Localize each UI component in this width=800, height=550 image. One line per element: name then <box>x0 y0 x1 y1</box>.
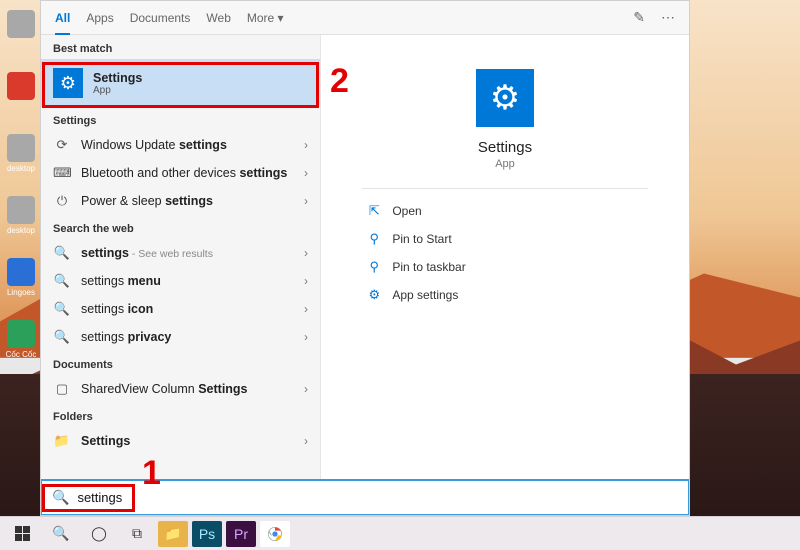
taskbar-app-chrome[interactable] <box>260 521 290 547</box>
search-bar[interactable]: 🔍 <box>42 480 688 514</box>
refresh-icon: ⟳ <box>53 137 71 153</box>
desktop-icon[interactable] <box>4 10 38 58</box>
best-match-sub: App <box>93 85 142 96</box>
action-app-settings[interactable]: ⚙App settings <box>362 281 647 309</box>
chevron-right-icon: › <box>304 274 308 288</box>
action-pin-taskbar[interactable]: ⚲Pin to taskbar <box>362 253 647 281</box>
folder-result[interactable]: 📁Settings› <box>41 427 320 455</box>
search-icon: 🔍 <box>53 245 71 261</box>
chevron-right-icon: › <box>304 246 308 260</box>
feedback-icon[interactable]: ✎ <box>633 9 645 26</box>
section-folders: Folders <box>41 403 320 427</box>
divider <box>362 188 647 189</box>
chevron-right-icon: › <box>304 194 308 208</box>
chevron-right-icon: › <box>304 138 308 152</box>
search-input[interactable] <box>77 490 678 505</box>
chevron-right-icon: › <box>304 166 308 180</box>
web-result[interactable]: 🔍settings menu› <box>41 267 320 295</box>
taskbar-app-premiere[interactable]: Pr <box>226 521 256 547</box>
gear-icon: ⚙ <box>53 68 83 98</box>
section-web: Search the web <box>41 215 320 239</box>
tab-all[interactable]: All <box>55 1 70 35</box>
action-pin-start[interactable]: ⚲Pin to Start <box>362 225 647 253</box>
chevron-right-icon: › <box>304 382 308 396</box>
power-icon: ⏻ <box>53 193 71 209</box>
tab-more[interactable]: More ▾ <box>247 1 284 35</box>
document-icon: ▢ <box>53 381 71 397</box>
action-open[interactable]: ⇱Open <box>362 197 647 225</box>
search-tabs: All Apps Documents Web More ▾ ✎ ⋯ <box>41 1 689 35</box>
taskbar-app-explorer[interactable]: 📁 <box>158 521 188 547</box>
settings-result[interactable]: ⟳Windows Update settings› <box>41 131 320 159</box>
chevron-right-icon: › <box>304 434 308 448</box>
pin-icon: ⚲ <box>366 231 382 247</box>
gear-icon: ⚙ <box>366 287 382 303</box>
web-result[interactable]: 🔍settings - See web results› <box>41 239 320 267</box>
search-icon: 🔍 <box>52 489 69 506</box>
search-icon: 🔍 <box>53 273 71 289</box>
taskbar: 🔍 ◯ ⧉ 📁 Ps Pr <box>0 516 800 550</box>
results-list: Best match ⚙ Settings App Settings ⟳Wind… <box>41 35 321 480</box>
desktop-icon[interactable]: Lingoes <box>4 258 38 306</box>
document-result[interactable]: ▢SharedView Column Settings› <box>41 375 320 403</box>
chevron-right-icon: › <box>304 330 308 344</box>
section-settings: Settings <box>41 107 320 131</box>
web-result[interactable]: 🔍settings privacy› <box>41 323 320 351</box>
tab-documents[interactable]: Documents <box>130 1 191 35</box>
best-match-title: Settings <box>93 71 142 85</box>
open-icon: ⇱ <box>366 203 382 219</box>
section-documents: Documents <box>41 351 320 375</box>
search-button[interactable]: 🔍 <box>44 520 78 548</box>
windows-search-panel: All Apps Documents Web More ▾ ✎ ⋯ Best m… <box>40 0 690 516</box>
web-result[interactable]: 🔍settings icon› <box>41 295 320 323</box>
tab-web[interactable]: Web <box>206 1 230 35</box>
gear-icon: ⚙ <box>476 69 534 127</box>
tab-apps[interactable]: Apps <box>86 1 113 35</box>
desktop-icon[interactable]: desktop <box>4 196 38 244</box>
start-button[interactable] <box>6 520 40 548</box>
taskbar-app-photoshop[interactable]: Ps <box>192 521 222 547</box>
preview-sub: App <box>495 158 515 170</box>
settings-result[interactable]: ⌨Bluetooth and other devices settings› <box>41 159 320 187</box>
more-options-icon[interactable]: ⋯ <box>661 9 675 26</box>
desktop-icon[interactable] <box>4 72 38 120</box>
folder-icon: 📁 <box>53 433 71 449</box>
preview-pane: ⚙ Settings App ⇱Open ⚲Pin to Start ⚲Pin … <box>321 35 689 480</box>
desktop-icon[interactable]: Cốc Cốc <box>4 320 38 368</box>
preview-title: Settings <box>478 139 532 156</box>
desktop-icons: desktop desktop Lingoes Cốc Cốc <box>4 10 38 382</box>
search-icon: 🔍 <box>53 329 71 345</box>
chevron-right-icon: › <box>304 302 308 316</box>
bluetooth-icon: ⌨ <box>53 165 71 181</box>
section-best-match: Best match <box>41 35 320 59</box>
task-view-button[interactable]: ⧉ <box>120 520 154 548</box>
desktop-icon[interactable]: desktop <box>4 134 38 182</box>
best-match-result[interactable]: ⚙ Settings App <box>41 59 320 107</box>
search-icon: 🔍 <box>53 301 71 317</box>
pin-icon: ⚲ <box>366 259 382 275</box>
cortana-button[interactable]: ◯ <box>82 520 116 548</box>
settings-result[interactable]: ⏻Power & sleep settings› <box>41 187 320 215</box>
